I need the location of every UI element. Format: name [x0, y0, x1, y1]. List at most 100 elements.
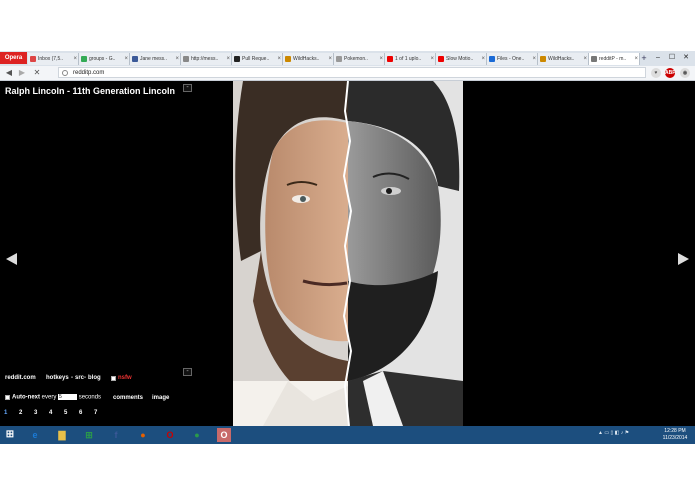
menu-icon[interactable]: ◉	[680, 68, 690, 78]
tab-label: Pokemon..	[344, 56, 368, 62]
tab-favicon-icon	[438, 56, 444, 62]
opera-active-icon[interactable]: O	[217, 428, 231, 442]
browser-tab[interactable]: 1 of 1 uplo.. ×	[385, 53, 436, 65]
nsfw-checkbox[interactable]	[111, 376, 116, 381]
tab-label: Pull Reque..	[242, 56, 270, 62]
page-number-link[interactable]: 1	[4, 410, 7, 416]
seconds-label: seconds	[78, 394, 102, 401]
windows-start-icon[interactable]: ⊞	[3, 428, 17, 442]
tab-label: redditP - m..	[599, 56, 627, 62]
opera-menu-button[interactable]: Opera	[0, 52, 27, 64]
browser-tab[interactable]: Pull Reque.. ×	[232, 53, 283, 65]
tab-label: WildHacks..	[548, 56, 575, 62]
tab-close-icon[interactable]: ×	[226, 53, 230, 65]
internet-explorer-icon[interactable]: e	[28, 428, 42, 442]
new-tab-button[interactable]: +	[639, 53, 649, 65]
clock-time: 12:28 PM	[664, 428, 686, 434]
browser-tab[interactable]: http://mess.. ×	[181, 53, 232, 65]
page-number-link[interactable]: 3	[34, 410, 37, 416]
tab-label: groups - G..	[89, 56, 116, 62]
tab-close-icon[interactable]: ×	[175, 53, 179, 65]
clock-date: 11/23/2014	[662, 435, 688, 441]
next-arrow-icon[interactable]	[678, 253, 689, 265]
tab-label: 1 of 1 uplo..	[395, 56, 422, 62]
seconds-input[interactable]: 5	[58, 394, 78, 400]
browser-tab[interactable]: redditP - m.. ×	[589, 53, 640, 65]
tab-close-icon[interactable]: ×	[583, 53, 587, 65]
file-explorer-icon[interactable]: ▇	[55, 428, 69, 442]
browser-tab[interactable]: Slow Motio.. ×	[436, 53, 487, 65]
tab-close-icon[interactable]: ×	[481, 53, 485, 65]
tray-icons: ▲ ▭ ▯ ◧ ♪ ⚑	[598, 430, 630, 436]
browser-tab[interactable]: groups - G.. ×	[79, 53, 130, 65]
tab-favicon-icon	[30, 56, 36, 62]
stop-button[interactable]: ✕	[32, 67, 42, 79]
tab-label: Inbox (7,5..	[38, 56, 64, 62]
src-link[interactable]: src	[75, 375, 84, 381]
tab-close-icon[interactable]: ×	[532, 53, 536, 65]
tab-favicon-icon	[183, 56, 189, 62]
system-clock[interactable]: 12:28 PM 11/23/2014	[660, 428, 690, 442]
reddit-link[interactable]: reddit.com	[5, 375, 36, 381]
tab-close-icon[interactable]: ×	[430, 53, 434, 65]
tab-favicon-icon	[132, 56, 138, 62]
autonext-row: Auto-next every 5 seconds	[12, 394, 101, 401]
post-title[interactable]: Ralph Lincoln - 11th Generation Lincoln	[5, 86, 175, 96]
tab-close-icon[interactable]: ×	[379, 53, 383, 65]
slide-image[interactable]	[233, 81, 463, 426]
url-field[interactable]: redditp.com	[58, 67, 646, 78]
collapse-controls-button[interactable]: -	[183, 368, 192, 376]
browser-tab[interactable]: Pokemon.. ×	[334, 53, 385, 65]
previous-arrow-icon[interactable]	[6, 253, 17, 265]
page-number-link[interactable]: 2	[19, 410, 22, 416]
tab-close-icon[interactable]: ×	[328, 53, 332, 65]
tab-label: WildHacks..	[293, 56, 320, 62]
tab-favicon-icon	[285, 56, 291, 62]
globe-icon	[62, 70, 68, 76]
url-text: redditp.com	[73, 70, 105, 76]
browser-tab[interactable]: WildHacks.. ×	[283, 53, 334, 65]
hotkeys-link[interactable]: hotkeys	[46, 375, 69, 381]
page-number-link[interactable]: 7	[94, 410, 97, 416]
browser-tab[interactable]: Inbox (7,5.. ×	[28, 53, 79, 65]
browser-tab[interactable]: Jane mess.. ×	[130, 53, 181, 65]
firefox-icon[interactable]: ●	[136, 428, 150, 442]
maximize-button[interactable]: ☐	[665, 52, 679, 64]
tab-favicon-icon	[489, 56, 495, 62]
separator: -	[84, 375, 86, 381]
image-link[interactable]: image	[152, 395, 169, 401]
close-window-button[interactable]: ✕	[679, 52, 693, 64]
tab-favicon-icon	[540, 56, 546, 62]
tab-favicon-icon	[336, 56, 342, 62]
opera-icon[interactable]: O	[163, 428, 177, 442]
tab-close-icon[interactable]: ×	[73, 53, 77, 65]
comments-link[interactable]: comments	[113, 395, 143, 401]
page-number-link[interactable]: 6	[79, 410, 82, 416]
tab-favicon-icon	[81, 56, 87, 62]
tab-label: Files - One..	[497, 56, 525, 62]
chrome-icon[interactable]: ●	[190, 428, 204, 442]
back-button[interactable]: ◀	[4, 67, 14, 79]
page-number-link[interactable]: 5	[64, 410, 67, 416]
minimize-button[interactable]: –	[651, 52, 665, 64]
forward-button[interactable]: ▶	[17, 67, 27, 79]
browser-tab[interactable]: WildHacks.. ×	[538, 53, 589, 65]
collapse-title-button[interactable]: -	[183, 84, 192, 92]
tab-label: Jane mess..	[140, 56, 167, 62]
blog-link[interactable]: blog	[88, 375, 101, 381]
heart-icon[interactable]: ♥	[651, 68, 661, 78]
adblock-icon[interactable]: ABP	[665, 68, 676, 78]
tab-close-icon[interactable]: ×	[124, 53, 128, 65]
tab-close-icon[interactable]: ×	[277, 53, 281, 65]
every-label: every	[41, 394, 57, 401]
tab-favicon-icon	[387, 56, 393, 62]
tab-close-icon[interactable]: ×	[634, 53, 638, 65]
facebook-icon[interactable]: f	[109, 428, 123, 442]
tab-label: Slow Motio..	[446, 56, 474, 62]
store-icon[interactable]: ⊞	[82, 428, 96, 442]
browser-tab[interactable]: Files - One.. ×	[487, 53, 538, 65]
page-number-link[interactable]: 4	[49, 410, 52, 416]
tab-favicon-icon	[591, 56, 597, 62]
tab-label: http://mess..	[191, 56, 219, 62]
autonext-checkbox[interactable]	[5, 395, 10, 400]
